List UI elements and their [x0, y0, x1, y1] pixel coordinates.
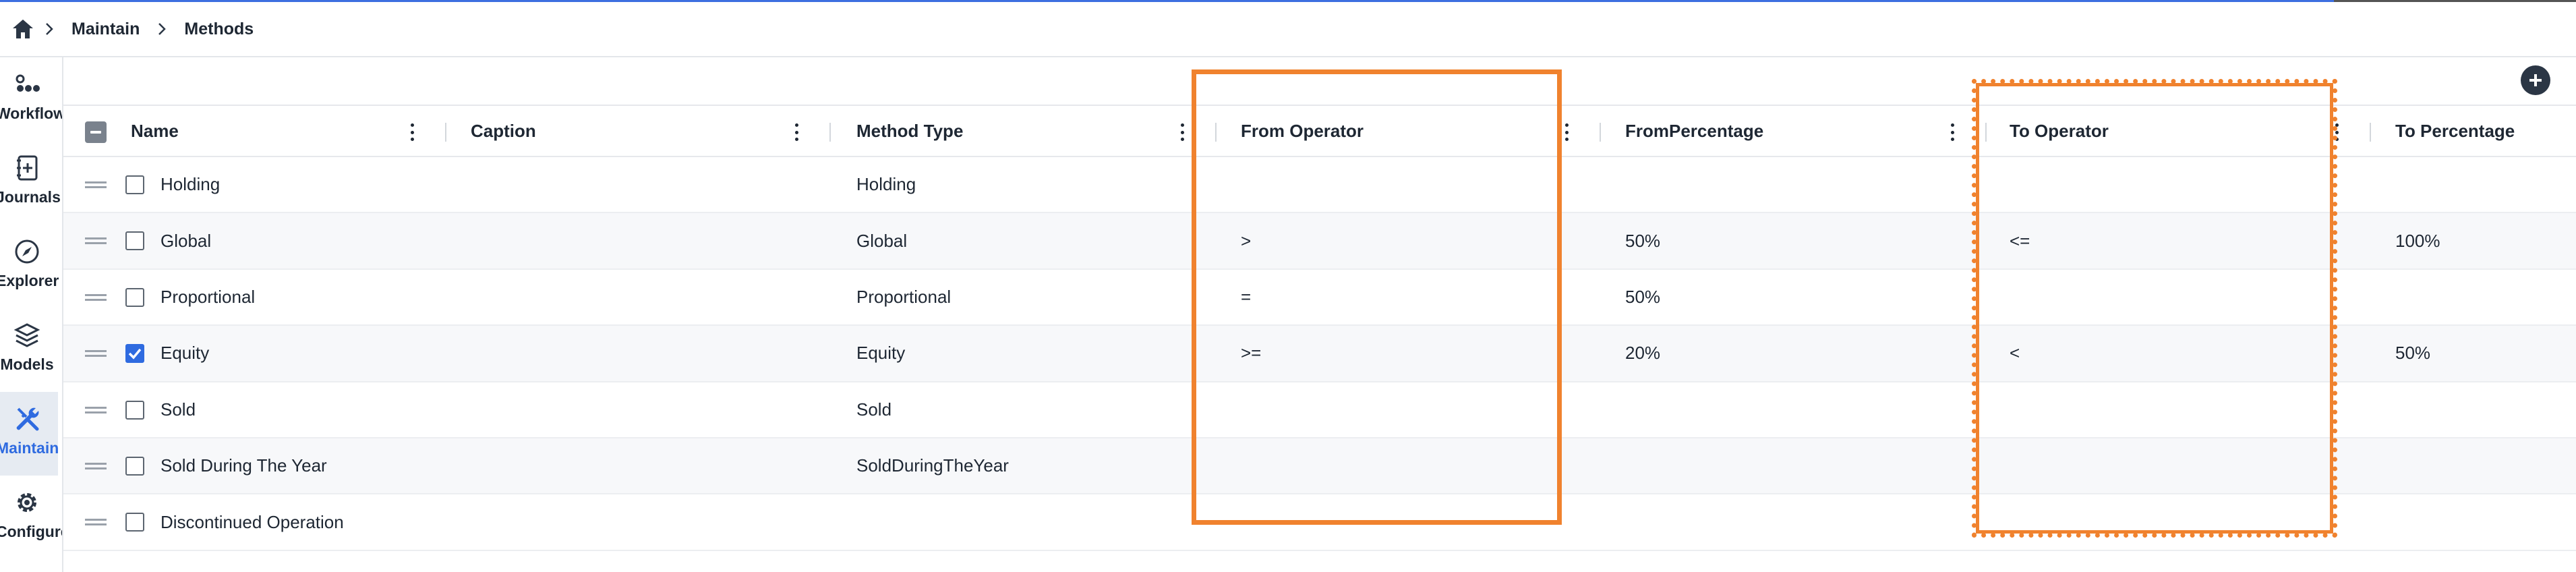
column-resize-handle[interactable]	[1600, 123, 1601, 142]
row-checkbox[interactable]	[125, 456, 144, 476]
chevron-right-icon	[149, 16, 175, 42]
drag-handle-icon[interactable]	[85, 181, 107, 188]
drag-handle-icon[interactable]	[85, 237, 107, 245]
cell-name: Equity	[160, 343, 210, 364]
select-all-checkbox[interactable]	[85, 121, 107, 143]
compass-icon	[7, 234, 47, 269]
drag-handle-icon[interactable]	[85, 406, 107, 413]
column-menu-icon[interactable]	[1177, 122, 1187, 142]
column-menu-icon[interactable]	[1948, 122, 1957, 142]
column-header-to-percentage[interactable]: To Percentage	[2395, 106, 2515, 156]
highlight-box-from-operator	[1192, 69, 1562, 525]
cell-method-type: Sold	[856, 399, 892, 420]
workflow-icon	[7, 67, 47, 102]
row-checkbox[interactable]	[125, 400, 144, 420]
cell-to-percentage: 50%	[2395, 343, 2431, 364]
sidebar-label: Workflow	[0, 105, 63, 122]
cell-name: Discontinued Operation	[160, 511, 344, 532]
cell-method-type: Proportional	[856, 286, 952, 307]
cell-method-type: Global	[856, 230, 908, 251]
column-menu-icon[interactable]	[1562, 122, 1571, 142]
column-resize-handle[interactable]	[445, 123, 446, 142]
breadcrumb: Maintain Methods	[0, 2, 2576, 57]
plus-circle-icon[interactable]	[2521, 65, 2550, 95]
cell-name: Proportional	[160, 286, 256, 307]
cell-from-percentage: 50%	[1625, 286, 1661, 307]
sidebar-item-maintain[interactable]: Maintain	[0, 392, 59, 476]
sidebar-label: Models	[0, 355, 54, 373]
column-header-name[interactable]: Name	[131, 106, 179, 156]
sidebar-item-explorer[interactable]: Explorer	[0, 225, 59, 308]
sidebar-item-configure[interactable]: Configure	[0, 476, 62, 559]
column-header-caption[interactable]: Caption	[471, 106, 536, 156]
drag-handle-icon[interactable]	[85, 462, 107, 469]
row-checkbox[interactable]	[125, 287, 144, 307]
cell-to-percentage: 100%	[2395, 230, 2440, 251]
layers-icon	[7, 318, 47, 353]
cell-from-percentage: 50%	[1625, 230, 1661, 251]
row-checkbox-checked[interactable]	[125, 344, 144, 364]
breadcrumb-maintain[interactable]: Maintain	[62, 20, 149, 39]
journals-icon	[7, 150, 47, 185]
row-checkbox[interactable]	[125, 175, 144, 194]
cell-name: Holding	[160, 174, 221, 195]
sidebar-label: Configure	[0, 523, 62, 540]
checkmark-icon	[128, 349, 142, 360]
cell-name: Sold During The Year	[160, 455, 327, 476]
sidebar-item-workflow[interactable]: Workflow	[0, 57, 63, 141]
column-header-from-percentage[interactable]: FromPercentage	[1625, 106, 1763, 156]
chevron-right-icon	[36, 16, 62, 42]
sidebar-item-journals[interactable]: Journals	[0, 141, 61, 225]
drag-handle-icon[interactable]	[85, 519, 107, 526]
row-checkbox[interactable]	[125, 231, 144, 251]
cell-name: Global	[160, 230, 212, 251]
sidebar-item-models[interactable]: Models	[0, 308, 58, 392]
cell-from-percentage: 20%	[1625, 343, 1661, 364]
cell-name: Sold	[160, 399, 196, 420]
drag-handle-icon[interactable]	[85, 293, 107, 301]
sidebar-label: Journals	[0, 188, 61, 206]
breadcrumb-methods: Methods	[184, 19, 254, 38]
highlight-box-to-operator	[1972, 79, 2337, 538]
gear-icon	[7, 485, 47, 520]
home-icon[interactable]	[9, 16, 36, 42]
cell-method-type: SoldDuringTheYear	[856, 455, 1009, 476]
row-checkbox[interactable]	[125, 513, 144, 532]
column-menu-icon[interactable]	[792, 122, 801, 142]
column-menu-icon[interactable]	[407, 122, 417, 142]
column-resize-handle[interactable]	[829, 123, 831, 142]
column-header-method-type[interactable]: Method Type	[856, 106, 963, 156]
column-resize-handle[interactable]	[2370, 123, 2371, 142]
cell-method-type: Equity	[856, 343, 906, 364]
tools-icon	[7, 401, 47, 436]
sidebar-label: Maintain	[0, 439, 59, 457]
sidebar-label: Explorer	[0, 272, 59, 289]
drag-handle-icon[interactable]	[85, 350, 107, 358]
cell-method-type: Holding	[856, 174, 916, 195]
sidebar: Workflow Journals Explorer Models Mainta…	[0, 57, 63, 572]
